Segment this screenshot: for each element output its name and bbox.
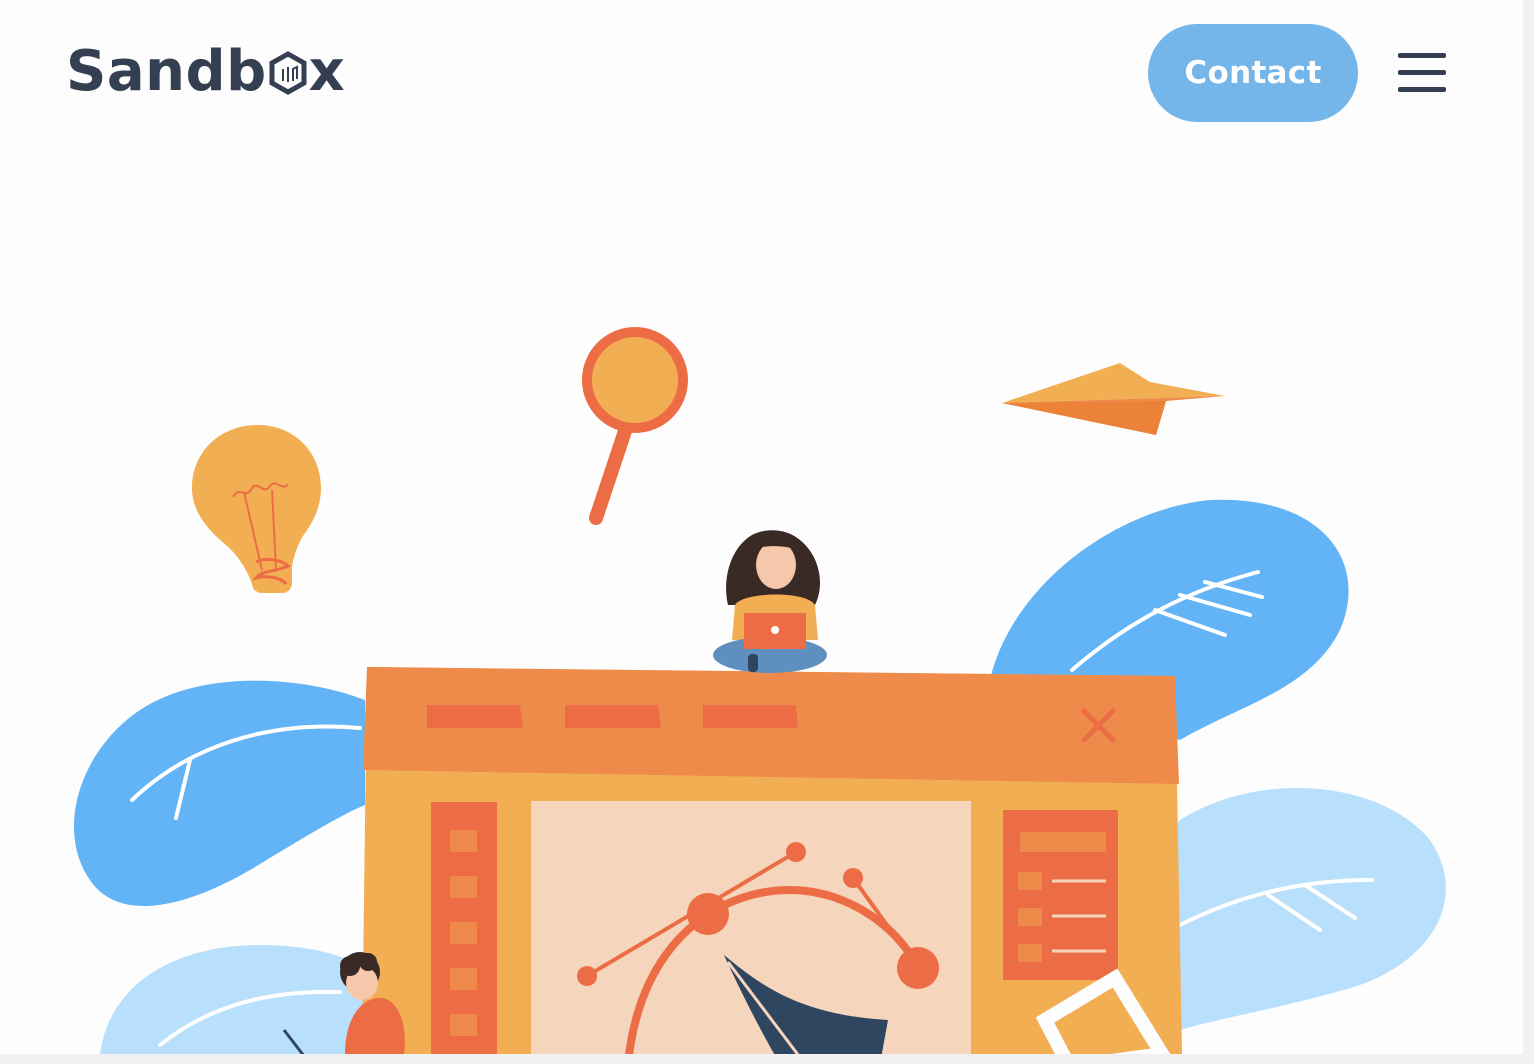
hero-illustration bbox=[74, 327, 1446, 1064]
leaf-light-left bbox=[100, 945, 380, 1054]
menu-bar-bottom bbox=[1398, 87, 1446, 92]
site-logo[interactable]: Sandb x bbox=[66, 40, 345, 104]
paper-plane-icon bbox=[1002, 363, 1225, 435]
menu-bar-middle bbox=[1398, 70, 1446, 75]
vertical-scrollbar[interactable] bbox=[1523, 0, 1534, 1064]
magnifier-icon bbox=[582, 327, 688, 525]
logo-text: Sandb x bbox=[66, 40, 345, 104]
contact-button[interactable]: Contact bbox=[1148, 24, 1358, 122]
lightbulb-icon bbox=[192, 425, 321, 593]
leaf-blue-left bbox=[74, 680, 366, 907]
woman-with-laptop bbox=[713, 530, 827, 673]
logo-text-end: x bbox=[308, 39, 346, 104]
horizontal-scrollbar[interactable] bbox=[0, 1054, 1534, 1064]
site-header: Sandb x Contact bbox=[0, 0, 1523, 150]
menu-bar-top bbox=[1398, 53, 1446, 58]
logo-text-start: Sandb bbox=[66, 39, 267, 104]
leaf-light-right bbox=[1150, 787, 1446, 1040]
hamburger-menu-icon[interactable] bbox=[1396, 50, 1448, 96]
logo-box-icon bbox=[269, 51, 307, 95]
